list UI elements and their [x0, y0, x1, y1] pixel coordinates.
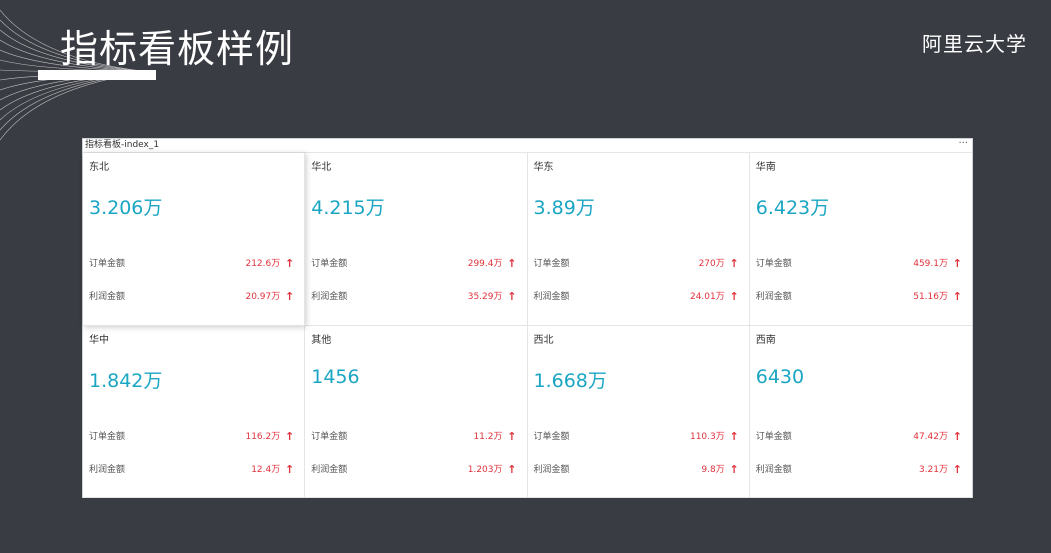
order-amount-label: 订单金额	[311, 431, 348, 442]
order-amount-label: 订单金额	[533, 259, 570, 269]
order-amount-row: 订单金额 47.42万 ↑	[756, 430, 962, 444]
profit-amount-row: 利润金额 51.16万 ↑	[756, 290, 962, 304]
order-amount-value: 11.2万	[473, 431, 503, 442]
profit-amount-value: 35.29万	[467, 292, 503, 302]
card-main-value: 1456	[311, 365, 360, 388]
up-arrow-icon: ↑	[285, 290, 295, 303]
up-arrow-icon: ↑	[507, 429, 517, 443]
profit-amount-value: 3.21万	[918, 464, 948, 475]
more-options-icon[interactable]: ···	[958, 137, 968, 150]
profit-amount-label: 利润金额	[89, 464, 126, 475]
kpi-card[interactable]: 华北 4.215万 订单金额 299.4万 ↑ 利润金额 35.29万 ↑	[305, 153, 528, 326]
profit-amount-row: 利润金额 3.21万 ↑	[756, 463, 962, 477]
order-amount-row: 订单金额 110.3万 ↑	[534, 430, 739, 444]
profit-amount-row: 利润金额 12.4万 ↑	[89, 463, 294, 477]
order-amount-row: 订单金额 299.4万 ↑	[311, 257, 516, 271]
card-main-value: 6430	[755, 365, 805, 388]
order-amount-value: 212.6万	[245, 259, 281, 269]
card-region-label: 东北	[89, 162, 109, 173]
up-arrow-icon: ↑	[507, 462, 517, 476]
card-region-label: 华北	[311, 162, 332, 173]
profit-amount-value: 9.8万	[701, 464, 725, 475]
dashboard-title: 指标看板-index_1	[85, 140, 160, 150]
title-underline	[38, 70, 156, 80]
card-region-label: 华中	[89, 334, 109, 346]
profit-amount-value: 20.97万	[245, 292, 281, 302]
order-amount-label: 订单金额	[533, 431, 570, 442]
card-main-value: 1.842万	[89, 369, 163, 392]
card-main-value: 1.668万	[533, 369, 607, 392]
up-arrow-icon: ↑	[729, 429, 739, 443]
profit-amount-value: 12.4万	[251, 464, 281, 475]
slide: 指标看板样例 阿里云大学 指标看板-index_1 ··· 东北 3.206万 …	[0, 0, 1051, 553]
order-amount-label: 订单金额	[89, 259, 126, 269]
brand-logo-text: 阿里云大学	[922, 32, 1027, 56]
slide-title: 指标看板样例	[60, 27, 295, 71]
dashboard-header: 指标看板-index_1 ···	[83, 137, 972, 152]
profit-amount-value: 1.203万	[467, 464, 503, 475]
profit-amount-label: 利润金额	[311, 464, 348, 475]
profit-amount-row: 利润金额 35.29万 ↑	[311, 290, 516, 304]
up-arrow-icon: ↑	[952, 257, 962, 270]
up-arrow-icon: ↑	[952, 290, 962, 303]
dashboard-panel: 指标看板-index_1 ··· 东北 3.206万 订单金额 212.6万 ↑…	[82, 138, 973, 498]
order-amount-value: 47.42万	[913, 431, 948, 442]
profit-amount-value: 51.16万	[913, 292, 948, 302]
up-arrow-icon: ↑	[952, 462, 962, 476]
card-region-label: 其他	[311, 334, 332, 346]
profit-amount-value: 24.01万	[689, 292, 725, 302]
up-arrow-icon: ↑	[952, 429, 962, 443]
profit-amount-row: 利润金额 1.203万 ↑	[311, 463, 516, 477]
card-main-value: 3.206万	[89, 197, 163, 219]
order-amount-label: 订单金额	[89, 431, 126, 442]
kpi-card[interactable]: 华东 3.89万 订单金额 270万 ↑ 利润金额 24.01万 ↑	[527, 153, 750, 326]
order-amount-value: 116.2万	[245, 431, 281, 442]
kpi-card[interactable]: 华南 6.423万 订单金额 459.1万 ↑ 利润金额 51.16万 ↑	[749, 153, 972, 326]
up-arrow-icon: ↑	[507, 257, 517, 270]
profit-amount-row: 利润金额 9.8万 ↑	[534, 463, 739, 477]
order-amount-value: 459.1万	[913, 259, 948, 269]
kpi-card-grid: 东北 3.206万 订单金额 212.6万 ↑ 利润金额 20.97万 ↑ 华北…	[83, 152, 972, 498]
profit-amount-row: 利润金额 20.97万 ↑	[89, 290, 294, 304]
kpi-card[interactable]: 西北 1.668万 订单金额 110.3万 ↑ 利润金额 9.8万 ↑	[527, 325, 750, 498]
card-main-value: 6.423万	[755, 197, 830, 219]
order-amount-row: 订单金额 11.2万 ↑	[311, 430, 516, 444]
profit-amount-label: 利润金额	[533, 464, 570, 475]
kpi-card[interactable]: 西南 6430 订单金额 47.42万 ↑ 利润金额 3.21万 ↑	[749, 326, 972, 498]
order-amount-value: 299.4万	[467, 259, 503, 269]
order-amount-value: 270万	[698, 259, 725, 269]
up-arrow-icon: ↑	[285, 257, 295, 270]
order-amount-label: 订单金额	[755, 431, 792, 442]
kpi-card[interactable]: 华中 1.842万 订单金额 116.2万 ↑ 利润金额 12.4万 ↑	[83, 325, 306, 498]
profit-amount-row: 利润金额 24.01万 ↑	[534, 290, 739, 304]
kpi-card[interactable]: 其他 1456 订单金额 11.2万 ↑ 利润金额 1.203万 ↑	[305, 325, 528, 498]
profit-amount-label: 利润金额	[89, 292, 126, 302]
order-amount-row: 订单金额 459.1万 ↑	[756, 257, 962, 271]
up-arrow-icon: ↑	[729, 462, 739, 476]
order-amount-value: 110.3万	[689, 431, 725, 442]
order-amount-label: 订单金额	[755, 259, 792, 269]
order-amount-row: 订单金额 270万 ↑	[534, 257, 739, 271]
card-main-value: 4.215万	[311, 197, 385, 219]
card-main-value: 3.89万	[533, 197, 595, 219]
profit-amount-label: 利润金额	[755, 292, 792, 302]
up-arrow-icon: ↑	[729, 257, 739, 270]
up-arrow-icon: ↑	[507, 290, 517, 303]
profit-amount-label: 利润金额	[755, 464, 792, 475]
kpi-card[interactable]: 东北 3.206万 订单金额 212.6万 ↑ 利润金额 20.97万 ↑	[83, 153, 306, 326]
card-region-label: 西南	[755, 334, 776, 346]
order-amount-row: 订单金额 116.2万 ↑	[89, 430, 294, 444]
order-amount-label: 订单金额	[311, 259, 348, 269]
card-region-label: 华南	[755, 162, 776, 173]
card-region-label: 西北	[533, 334, 554, 346]
profit-amount-label: 利润金额	[533, 292, 570, 302]
card-region-label: 华东	[533, 162, 554, 173]
order-amount-row: 订单金额 212.6万 ↑	[89, 257, 294, 271]
up-arrow-icon: ↑	[729, 290, 739, 303]
up-arrow-icon: ↑	[285, 429, 295, 443]
profit-amount-label: 利润金额	[311, 292, 348, 302]
up-arrow-icon: ↑	[285, 462, 295, 476]
